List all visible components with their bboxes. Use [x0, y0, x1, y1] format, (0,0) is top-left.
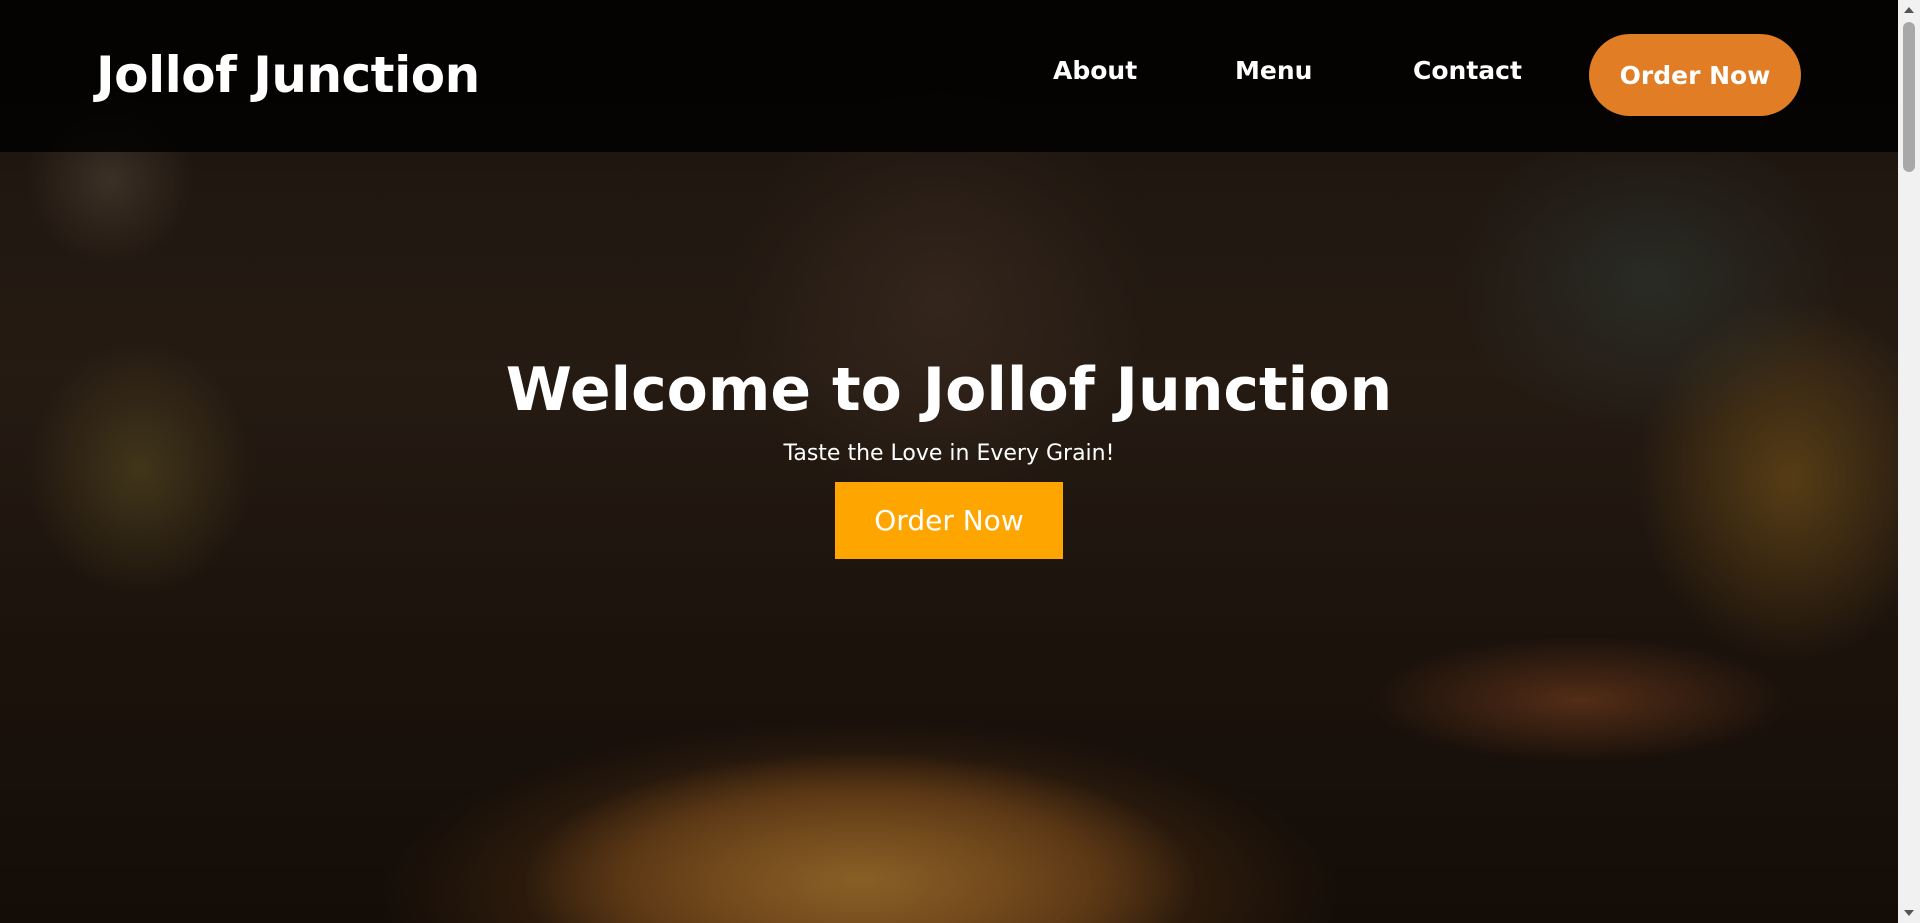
scrollbar-thumb[interactable]: [1903, 22, 1915, 172]
scroll-up-arrow-icon[interactable]: [1898, 0, 1920, 20]
hero-subtitle: Taste the Love in Every Grain!: [783, 441, 1115, 466]
nav-order-now-button[interactable]: Order Now: [1589, 34, 1801, 116]
hero-order-now-button[interactable]: Order Now: [835, 482, 1063, 559]
brand-logo-text[interactable]: Jollof Junction: [96, 46, 480, 104]
nav-link-contact[interactable]: Contact: [1413, 56, 1522, 85]
navbar: Jollof Junction About Menu Contact Order…: [0, 0, 1898, 152]
hero-title: Welcome to Jollof Junction: [505, 355, 1393, 425]
nav-link-menu[interactable]: Menu: [1235, 56, 1312, 85]
hero-section: Welcome to Jollof Junction Taste the Lov…: [0, 350, 1898, 559]
page-scrollbar[interactable]: [1898, 0, 1920, 923]
scroll-down-arrow-icon[interactable]: [1898, 903, 1920, 923]
nav-link-about[interactable]: About: [1053, 56, 1137, 85]
